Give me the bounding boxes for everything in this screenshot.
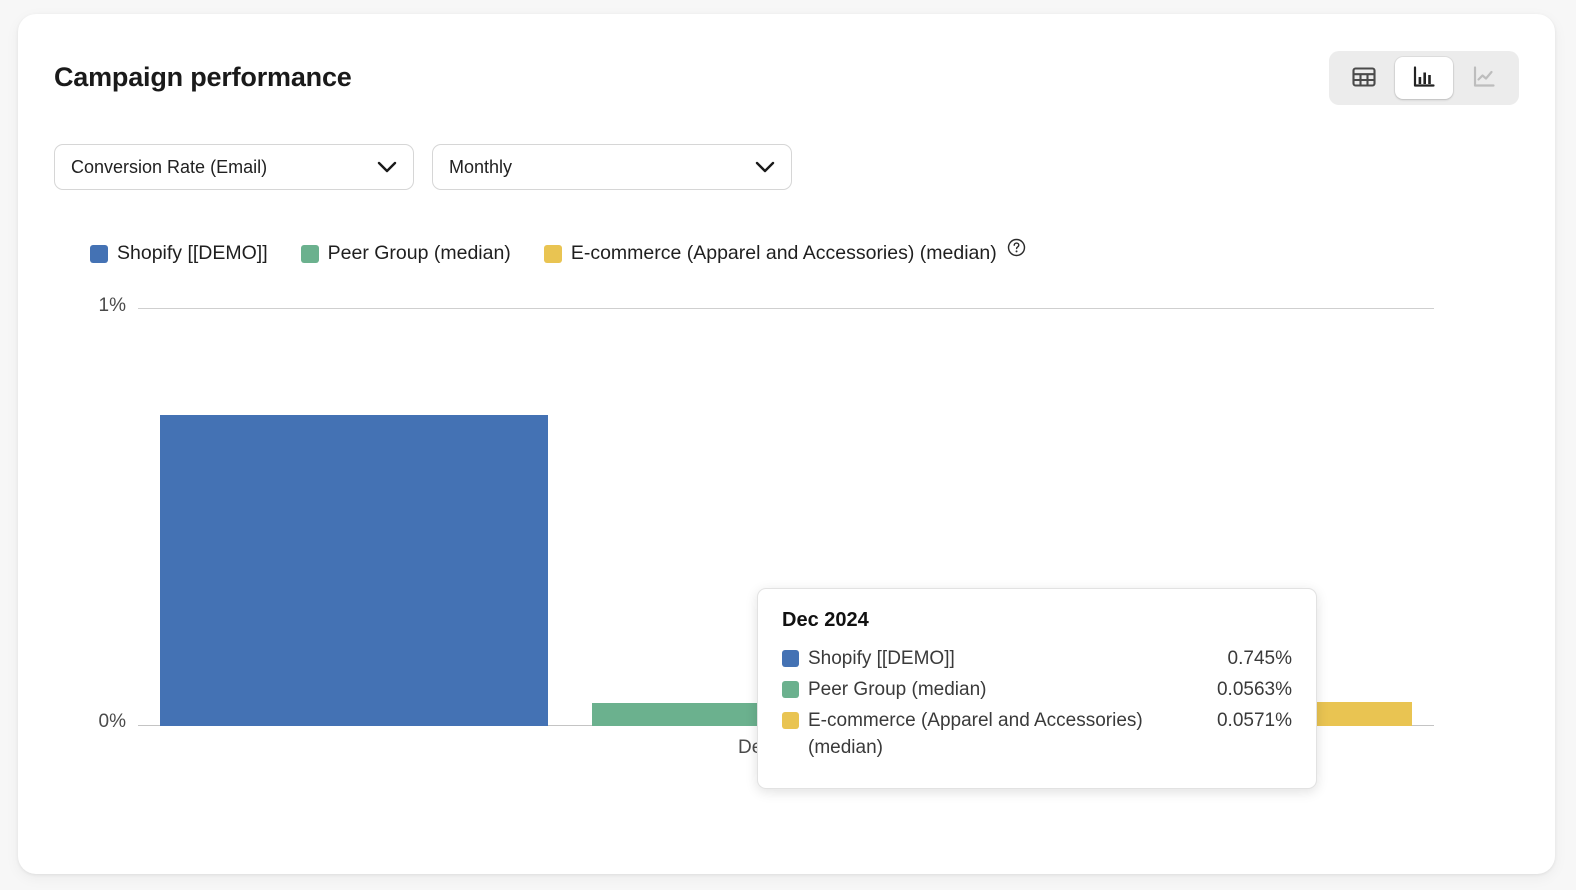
legend-label-shopify: Shopify [[DEMO]] [117, 242, 268, 265]
tooltip-swatch-ecommerce [782, 712, 799, 729]
y-axis-tick-bottom: 0% [78, 711, 126, 733]
chart-legend: Shopify [[DEMO]] Peer Group (median) E-c… [90, 242, 1026, 265]
legend-swatch-ecommerce [544, 245, 562, 263]
y-axis-tick-top: 1% [78, 295, 126, 317]
legend-label-peer-group: Peer Group (median) [328, 242, 511, 265]
metric-select[interactable]: Conversion Rate (Email) [54, 144, 414, 190]
tooltip-value-peer-group: 0.0563% [1217, 677, 1292, 704]
view-toggle-group [1329, 51, 1519, 105]
legend-item-shopify[interactable]: Shopify [[DEMO]] [90, 242, 268, 265]
tooltip-label-ecommerce: E-commerce (Apparel and Accessories) (me… [808, 708, 1217, 762]
tooltip-row-peer-group: Peer Group (median) 0.0563% [782, 677, 1292, 704]
tooltip-row-shopify: Shopify [[DEMO]] 0.745% [782, 646, 1292, 673]
chevron-down-icon [377, 161, 397, 173]
period-select[interactable]: Monthly [432, 144, 792, 190]
chevron-down-icon [755, 161, 775, 173]
legend-swatch-shopify [90, 245, 108, 263]
period-select-value: Monthly [449, 157, 512, 178]
tooltip-label-shopify: Shopify [[DEMO]] [808, 646, 1228, 673]
tooltip-swatch-shopify [782, 650, 799, 667]
legend-swatch-peer-group [301, 245, 319, 263]
table-icon [1352, 66, 1376, 91]
tooltip-swatch-peer-group [782, 681, 799, 698]
bar-chart-icon [1412, 65, 1436, 92]
campaign-performance-card: Campaign performance [18, 14, 1555, 874]
chart-tooltip: Dec 2024 Shopify [[DEMO]] 0.745% Peer Gr… [757, 588, 1317, 789]
tooltip-label-peer-group: Peer Group (median) [808, 677, 1217, 704]
legend-item-peer-group[interactable]: Peer Group (median) [301, 242, 511, 265]
legend-item-ecommerce[interactable]: E-commerce (Apparel and Accessories) (me… [544, 242, 997, 265]
bar-shopify[interactable] [160, 415, 549, 726]
bar-chart-view-button[interactable] [1395, 57, 1453, 99]
tooltip-title: Dec 2024 [782, 609, 1292, 632]
line-chart-icon [1472, 65, 1496, 92]
tooltip-row-ecommerce: E-commerce (Apparel and Accessories) (me… [782, 708, 1292, 762]
line-chart-view-button[interactable] [1455, 57, 1513, 99]
legend-label-ecommerce: E-commerce (Apparel and Accessories) (me… [571, 242, 997, 265]
tooltip-value-shopify: 0.745% [1228, 646, 1292, 673]
table-view-button[interactable] [1335, 57, 1393, 99]
chart-controls: Conversion Rate (Email) Monthly [54, 144, 792, 190]
gridline-top [138, 308, 1434, 309]
metric-select-value: Conversion Rate (Email) [71, 157, 267, 178]
page-title: Campaign performance [54, 62, 352, 93]
question-circle-icon[interactable] [1007, 238, 1026, 257]
tooltip-value-ecommerce: 0.0571% [1217, 708, 1292, 735]
